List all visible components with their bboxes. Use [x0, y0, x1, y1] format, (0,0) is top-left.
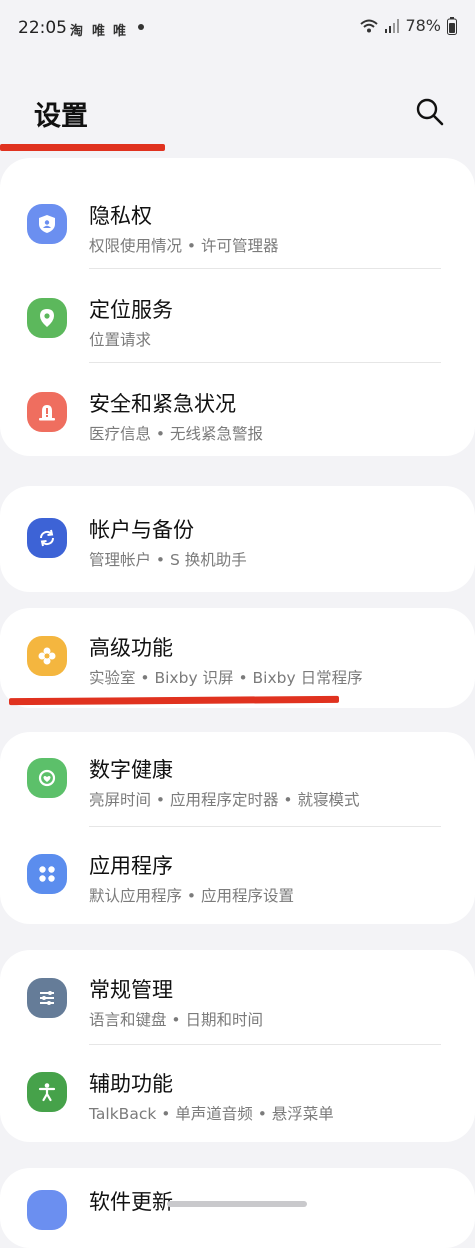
- item-title: 安全和紧急状况: [89, 392, 236, 416]
- item-subtitle: 管理帐户 • S 换机助手: [89, 551, 247, 569]
- item-subtitle: 权限使用情况 • 许可管理器: [89, 237, 279, 255]
- digital-wellbeing-icon: [27, 758, 67, 798]
- item-title: 数字健康: [89, 758, 173, 782]
- annotation-underline: [0, 144, 165, 151]
- item-title: 应用程序: [89, 854, 173, 878]
- item-subtitle: TalkBack • 单声道音频 • 悬浮菜单: [89, 1105, 334, 1123]
- taobao-notification-icon: 淘: [70, 24, 84, 39]
- advanced-features-icon: [27, 636, 67, 676]
- settings-item-digital-wellbeing[interactable]: 数字健康 亮屏时间 • 应用程序定时器 • 就寝模式: [0, 732, 475, 826]
- search-button[interactable]: [414, 96, 446, 128]
- item-subtitle: 语言和键盘 • 日期和时间: [89, 1011, 263, 1029]
- settings-item-location[interactable]: 定位服务 位置请求: [0, 272, 475, 366]
- apps-grid-icon: [27, 854, 67, 894]
- item-subtitle: 实验室 • Bixby 识屏 • Bixby 日常程序: [89, 669, 363, 687]
- divider: [89, 826, 441, 827]
- settings-item-advanced-features[interactable]: 高级功能 实验室 • Bixby 识屏 • Bixby 日常程序: [0, 610, 475, 704]
- divider: [89, 268, 441, 269]
- status-bar: 22:05 淘 唯 唯 78%: [0, 0, 475, 56]
- settings-item-general-management[interactable]: 常规管理 语言和键盘 • 日期和时间: [0, 952, 475, 1046]
- emergency-icon: [27, 392, 67, 432]
- item-title: 软件更新: [89, 1190, 173, 1214]
- sync-icon: [27, 518, 67, 558]
- signal-icon: [385, 18, 400, 33]
- more-notifications-dot: [138, 24, 144, 30]
- settings-item-apps[interactable]: 应用程序 默认应用程序 • 应用程序设置: [0, 828, 475, 922]
- vip-notification-icon: 唯: [113, 24, 127, 39]
- battery-icon: [447, 16, 457, 35]
- settings-group-privacy: 隐私权 权限使用情况 • 许可管理器 定位服务 位置请求 安全和紧急状况 医疗信…: [0, 158, 475, 456]
- wifi-icon: [360, 19, 379, 32]
- settings-group-software: 软件更新: [0, 1168, 475, 1248]
- search-icon: [416, 98, 444, 126]
- item-title: 隐私权: [89, 204, 152, 228]
- settings-group-wellbeing: 数字健康 亮屏时间 • 应用程序定时器 • 就寝模式 应用程序 默认应用程序 •…: [0, 732, 475, 924]
- settings-item-accounts-backup[interactable]: 帐户与备份 管理帐户 • S 换机助手: [0, 492, 475, 586]
- sliders-icon: [27, 978, 67, 1018]
- settings-group-accounts: 帐户与备份 管理帐户 • S 换机助手: [0, 486, 475, 592]
- item-title: 高级功能: [89, 636, 173, 660]
- privacy-shield-icon: [27, 204, 67, 244]
- item-title: 常规管理: [89, 978, 173, 1002]
- page-title: 设置: [34, 101, 88, 132]
- settings-group-general: 常规管理 语言和键盘 • 日期和时间 辅助功能 TalkBack • 单声道音频…: [0, 950, 475, 1142]
- item-title: 辅助功能: [89, 1072, 173, 1096]
- settings-item-software-update[interactable]: 软件更新: [0, 1168, 475, 1248]
- settings-item-safety[interactable]: 安全和紧急状况 医疗信息 • 无线紧急警报: [0, 366, 475, 456]
- settings-group-advanced: 高级功能 实验室 • Bixby 识屏 • Bixby 日常程序: [0, 608, 475, 708]
- divider: [89, 362, 441, 363]
- location-pin-icon: [27, 298, 67, 338]
- home-indicator[interactable]: [167, 1201, 307, 1207]
- battery-percent: 78%: [405, 16, 441, 35]
- item-subtitle: 医疗信息 • 无线紧急警报: [89, 425, 263, 443]
- accessibility-icon: [27, 1072, 67, 1112]
- item-title: 定位服务: [89, 298, 173, 322]
- settings-item-accessibility[interactable]: 辅助功能 TalkBack • 单声道音频 • 悬浮菜单: [0, 1046, 475, 1140]
- divider: [89, 1044, 441, 1045]
- status-time: 22:05: [18, 18, 67, 38]
- settings-item-privacy[interactable]: 隐私权 权限使用情况 • 许可管理器: [0, 178, 475, 272]
- item-subtitle: 位置请求: [89, 331, 152, 349]
- software-update-icon: [27, 1190, 67, 1230]
- item-title: 帐户与备份: [89, 518, 194, 542]
- vip-notification-icon: 唯: [92, 24, 106, 39]
- item-subtitle: 默认应用程序 • 应用程序设置: [89, 887, 294, 905]
- item-subtitle: 亮屏时间 • 应用程序定时器 • 就寝模式: [89, 791, 360, 809]
